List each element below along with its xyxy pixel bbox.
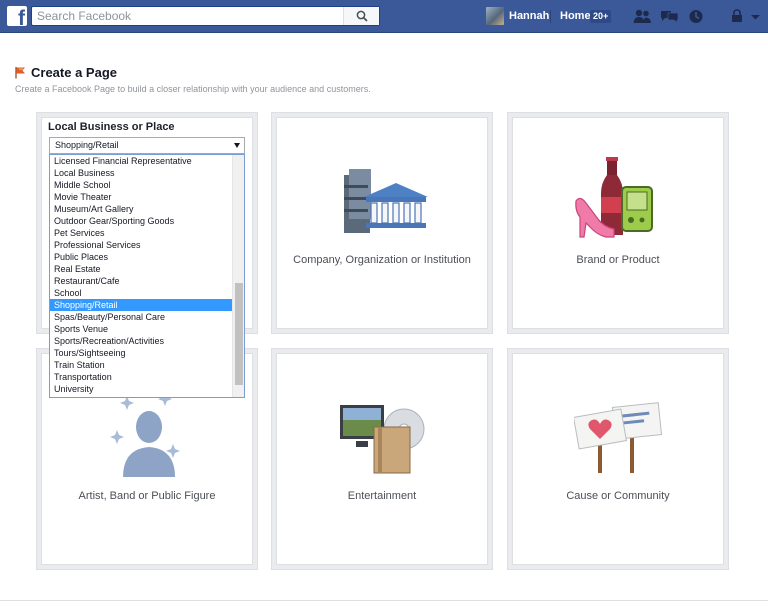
card-label: Brand or Product bbox=[576, 254, 660, 266]
dropdown-option[interactable]: Museum/Art Gallery bbox=[50, 203, 232, 215]
dropdown-arrow-icon bbox=[234, 143, 240, 148]
category-options: Licensed Financial Representative Local B… bbox=[50, 155, 232, 395]
dropdown-option[interactable]: Sports/Recreation/Activities bbox=[50, 335, 232, 347]
messages-icon[interactable] bbox=[660, 8, 679, 25]
dropdown-scrollbar[interactable] bbox=[232, 155, 244, 397]
search-button[interactable] bbox=[343, 7, 379, 25]
friend-requests-icon[interactable] bbox=[633, 8, 652, 25]
search-icon bbox=[356, 10, 368, 22]
privacy-shortcuts-icon[interactable] bbox=[730, 8, 744, 25]
person-icon bbox=[110, 395, 180, 477]
profile-link[interactable]: Hannah bbox=[486, 7, 549, 25]
dropdown-option[interactable]: University bbox=[50, 383, 232, 395]
card-cause[interactable]: Cause or Community bbox=[507, 348, 729, 570]
dropdown-option[interactable]: Spas/Beauty/Personal Care bbox=[50, 311, 232, 323]
nav-divider bbox=[550, 10, 551, 23]
signs-icon bbox=[574, 402, 663, 473]
bottom-divider bbox=[0, 600, 768, 601]
dropdown-option[interactable]: Shopping/Retail bbox=[50, 299, 232, 311]
dropdown-option[interactable]: Middle School bbox=[50, 179, 232, 191]
scrollbar-thumb[interactable] bbox=[235, 283, 243, 385]
facebook-logo-icon[interactable]: f bbox=[7, 6, 27, 26]
notifications-icon[interactable] bbox=[688, 8, 704, 25]
card-label: Entertainment bbox=[347, 490, 417, 502]
card-company[interactable]: Company, Organization or Institution bbox=[271, 112, 493, 334]
home-link[interactable]: Home bbox=[560, 10, 591, 22]
dropdown-option[interactable]: Professional Services bbox=[50, 239, 232, 251]
avatar bbox=[486, 7, 504, 25]
category-select-value: Shopping/Retail bbox=[55, 140, 119, 150]
home-badge: 20+ bbox=[590, 10, 612, 23]
search-box bbox=[31, 6, 380, 26]
dropdown-option[interactable]: Licensed Financial Representative bbox=[50, 155, 232, 167]
dropdown-option[interactable]: Train Station bbox=[50, 359, 232, 371]
card-entertainment[interactable]: Entertainment bbox=[271, 348, 493, 570]
dropdown-option[interactable]: Transportation bbox=[50, 371, 232, 383]
media-icon bbox=[340, 405, 425, 474]
card-brand[interactable]: Brand or Product bbox=[507, 112, 729, 334]
dropdown-option[interactable]: School bbox=[50, 287, 232, 299]
page-subtitle: Create a Facebook Page to build a closer… bbox=[15, 84, 371, 94]
local-business-title: Local Business or Place bbox=[48, 121, 175, 133]
dropdown-option[interactable]: Local Business bbox=[50, 167, 232, 179]
dropdown-option[interactable]: Public Places bbox=[50, 251, 232, 263]
category-dropdown-list: Licensed Financial Representative Local B… bbox=[49, 154, 245, 398]
search-input[interactable] bbox=[32, 7, 344, 25]
account-menu-chevron-down-icon[interactable] bbox=[750, 8, 761, 25]
dropdown-option[interactable]: Real Estate bbox=[50, 263, 232, 275]
dropdown-option[interactable]: Pet Services bbox=[50, 227, 232, 239]
user-name: Hannah bbox=[509, 10, 550, 22]
dropdown-option[interactable]: Sports Venue bbox=[50, 323, 232, 335]
card-label: Company, Organization or Institution bbox=[293, 254, 471, 266]
category-select[interactable]: Shopping/Retail bbox=[49, 137, 245, 154]
dropdown-option[interactable]: Tours/Sightseeing bbox=[50, 347, 232, 359]
card-label: Artist, Band or Public Figure bbox=[78, 490, 216, 502]
building-icon bbox=[344, 169, 428, 233]
top-bar: f Hannah Home 20+ bbox=[0, 0, 768, 33]
create-page-flag-icon bbox=[15, 67, 25, 79]
card-label: Cause or Community bbox=[566, 490, 670, 502]
products-icon bbox=[575, 157, 653, 238]
dropdown-option[interactable]: Restaurant/Cafe bbox=[50, 275, 232, 287]
dropdown-option[interactable]: Outdoor Gear/Sporting Goods bbox=[50, 215, 232, 227]
dropdown-option[interactable]: Movie Theater bbox=[50, 191, 232, 203]
page-title: Create a Page bbox=[31, 65, 117, 80]
